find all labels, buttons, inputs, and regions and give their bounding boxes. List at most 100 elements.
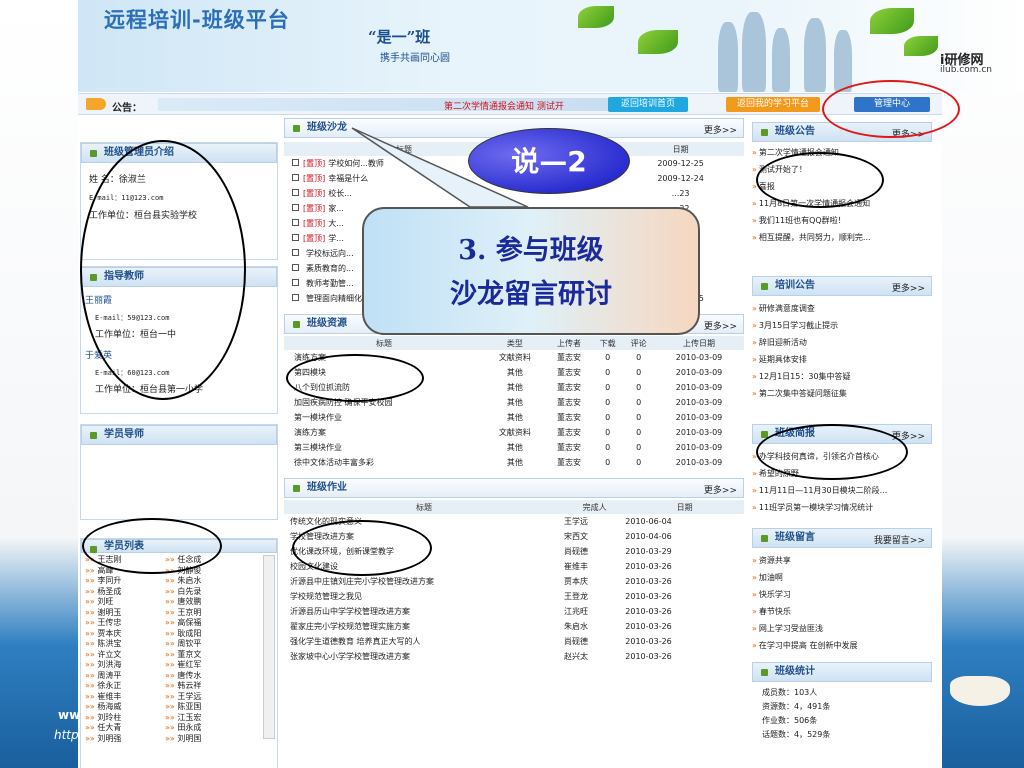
student-name[interactable]: 董京文 xyxy=(165,650,245,661)
student-name[interactable]: 李同升 xyxy=(85,576,165,587)
student-name[interactable]: 王传忠 xyxy=(85,618,165,629)
student-name[interactable]: 刘明国 xyxy=(165,734,245,745)
student-name[interactable]: 刘明强 xyxy=(85,734,165,745)
checkbox-icon[interactable] xyxy=(292,189,299,196)
salon-topic-link[interactable]: 幸福是什么 xyxy=(328,174,368,183)
checkbox-icon[interactable] xyxy=(292,249,299,256)
student-name[interactable]: 田永成 xyxy=(165,723,245,734)
homework-row[interactable]: 沂源县历山中学学校管理改进方案 江兆旺 2010-03-26 xyxy=(284,604,744,619)
salon-topic-link[interactable]: 管理面向精细化 xyxy=(306,294,362,303)
salon-topic-link[interactable]: 学校如何...教师 xyxy=(328,159,384,168)
homework-title-link[interactable]: 沂源县中庄镇刘庄完小学校管理改进方案 xyxy=(284,574,564,589)
leave-message-link[interactable]: 我要留言>> xyxy=(874,532,925,550)
salon-topic-link[interactable]: 教师考勤管... xyxy=(306,279,354,288)
checkbox-icon[interactable] xyxy=(292,219,299,226)
resource-cell: 0 xyxy=(605,413,611,422)
student-name[interactable]: 许立文 xyxy=(85,650,165,661)
student-name[interactable]: 刘旺 xyxy=(85,597,165,608)
salon-topic-link[interactable]: 学... xyxy=(328,234,344,243)
salon-topic-link[interactable]: 学校标远向... xyxy=(306,249,354,258)
checkbox-icon[interactable] xyxy=(292,294,299,301)
student-name[interactable]: 高保福 xyxy=(165,618,245,629)
homework-row[interactable]: 沂源县中庄镇刘庄完小学校管理改进方案 贾本庆 2010-03-26 xyxy=(284,574,744,589)
training-item-link[interactable]: 12月1日15：30集中答疑 xyxy=(752,368,932,385)
checkbox-icon[interactable] xyxy=(292,174,299,181)
messages-item-link[interactable]: 网上学习受益匪浅 xyxy=(752,620,932,637)
checkbox-icon[interactable] xyxy=(292,204,299,211)
checkbox-icon[interactable] xyxy=(292,159,299,166)
salon-topic-link[interactable]: 大... xyxy=(328,219,344,228)
student-name[interactable]: 陈亚国 xyxy=(165,702,245,713)
resource-title-link[interactable]: 第一模块作业 xyxy=(284,410,484,425)
student-name[interactable]: 任大青 xyxy=(85,723,165,734)
messages-item-link[interactable]: 快乐学习 xyxy=(752,586,932,603)
student-name[interactable]: 崔红军 xyxy=(165,660,245,671)
announce-item-link[interactable]: 相互提醒，共同努力，顺利完... xyxy=(752,229,932,246)
salon-topic-link[interactable]: 校长... xyxy=(328,189,352,198)
homework-row[interactable]: 学校规范管理之我见 王登龙 2010-03-26 xyxy=(284,589,744,604)
student-name[interactable]: 徐永正 xyxy=(85,681,165,692)
messages-item-link[interactable]: 加油啊 xyxy=(752,569,932,586)
training-item-link[interactable]: 研修满意度调查 xyxy=(752,300,932,317)
brief-item-link[interactable]: 11班学员第一模块学习情况统计 xyxy=(752,499,932,516)
messages-item-link[interactable]: 春节快乐 xyxy=(752,603,932,620)
homework-title-link[interactable]: 张家坡中心小学学校管理改进方案 xyxy=(284,649,564,664)
announce-item-link[interactable]: 我们11班也有QQ群啦！ xyxy=(752,212,932,229)
homework-title-link[interactable]: 学校规范管理之我见 xyxy=(284,589,564,604)
resource-title-link[interactable]: 第三模块作业 xyxy=(284,440,484,455)
training-item-link[interactable]: 第二次集中答疑问题征集 xyxy=(752,385,932,402)
messages-list: 资源共享加油啊快乐学习春节快乐网上学习受益匪浅在学习中提高 在创新中发展 xyxy=(752,548,932,656)
homework-row[interactable]: 翟家庄完小学校规范管理实施方案 朱启水 2010-03-26 xyxy=(284,619,744,634)
student-name[interactable]: 韩云祥 xyxy=(165,681,245,692)
homework-more-link[interactable]: 更多>> xyxy=(704,482,737,500)
homework-row[interactable]: 强化学生道德教育 培养真正大写的人 尚砚德 2010-03-26 xyxy=(284,634,744,649)
student-name[interactable]: 杨圣成 xyxy=(85,587,165,598)
student-name[interactable]: 王京明 xyxy=(165,608,245,619)
checkbox-icon[interactable] xyxy=(292,234,299,241)
student-name[interactable]: 刘玲柱 xyxy=(85,713,165,724)
resource-title-link[interactable]: 徐中文体活动丰富多彩 xyxy=(284,455,484,470)
student-name[interactable]: 贾本庆 xyxy=(85,629,165,640)
back-to-my-learning-button[interactable]: 返回我的学习平台 xyxy=(726,97,820,112)
resource-row[interactable]: 徐中文体活动丰富多彩 其他 董志安 0 0 2010-03-09 xyxy=(284,455,744,470)
resources-more-link[interactable]: 更多>> xyxy=(704,318,737,336)
student-name[interactable]: 唐传水 xyxy=(165,671,245,682)
student-name[interactable]: 刘洪海 xyxy=(85,660,165,671)
training-item-link[interactable]: 延期具体安排 xyxy=(752,351,932,368)
student-name[interactable]: 陈洪宝 xyxy=(85,639,165,650)
checkbox-icon[interactable] xyxy=(292,264,299,271)
messages-item-link[interactable]: 在学习中提高 在创新中发展 xyxy=(752,637,932,654)
resource-row[interactable]: 第三模块作业 其他 董志安 0 0 2010-03-09 xyxy=(284,440,744,455)
resource-row[interactable]: 第一模块作业 其他 董志安 0 0 2010-03-09 xyxy=(284,410,744,425)
salon-more-link[interactable]: 更多>> xyxy=(704,122,737,140)
notice-ticker-text[interactable]: 第二次学情通报会通知 测试开 xyxy=(444,99,564,112)
back-to-training-home-button[interactable]: 返回培训首页 xyxy=(608,97,688,112)
student-name[interactable]: 耿成阳 xyxy=(165,629,245,640)
salon-topic-link[interactable]: 家... xyxy=(328,204,344,213)
homework-title-link[interactable]: 沂源县历山中学学校管理改进方案 xyxy=(284,604,564,619)
homework-title-link[interactable]: 翟家庄完小学校规范管理实施方案 xyxy=(284,619,564,634)
checkbox-icon[interactable] xyxy=(292,279,299,286)
training-item-link[interactable]: 辞旧迎新活动 xyxy=(752,334,932,351)
student-name[interactable]: 白先录 xyxy=(165,587,245,598)
brief-item-link[interactable]: 11月11日—11月30日模块二阶段... xyxy=(752,482,932,499)
messages-item-link[interactable]: 资源共享 xyxy=(752,552,932,569)
student-name[interactable]: 江玉宏 xyxy=(165,713,245,724)
student-name[interactable]: 周钦平 xyxy=(165,639,245,650)
student-row: 贾本庆耿成阳 xyxy=(85,629,273,640)
homework-title-link[interactable]: 强化学生道德教育 培养真正大写的人 xyxy=(284,634,564,649)
student-name[interactable]: 周涛平 xyxy=(85,671,165,682)
student-name[interactable]: 朱启水 xyxy=(165,576,245,587)
resource-title-link[interactable]: 演练方案 xyxy=(284,425,484,440)
student-list-scrollbar[interactable] xyxy=(263,555,275,739)
resource-row[interactable]: 演练方案 文献资料 董志安 0 0 2010-03-09 xyxy=(284,425,744,440)
salon-topic-link[interactable]: 素质教育的... xyxy=(306,264,354,273)
student-name[interactable]: 崔维丰 xyxy=(85,692,165,703)
homework-row[interactable]: 张家坡中心小学学校管理改进方案 赵兴太 2010-03-26 xyxy=(284,649,744,664)
student-name[interactable]: 谢明玉 xyxy=(85,608,165,619)
training-more-link[interactable]: 更多>> xyxy=(892,280,925,298)
student-name[interactable]: 唐效鹏 xyxy=(165,597,245,608)
student-name[interactable]: 杨海威 xyxy=(85,702,165,713)
student-name[interactable]: 王学远 xyxy=(165,692,245,703)
training-item-link[interactable]: 3月15日学习截止提示 xyxy=(752,317,932,334)
